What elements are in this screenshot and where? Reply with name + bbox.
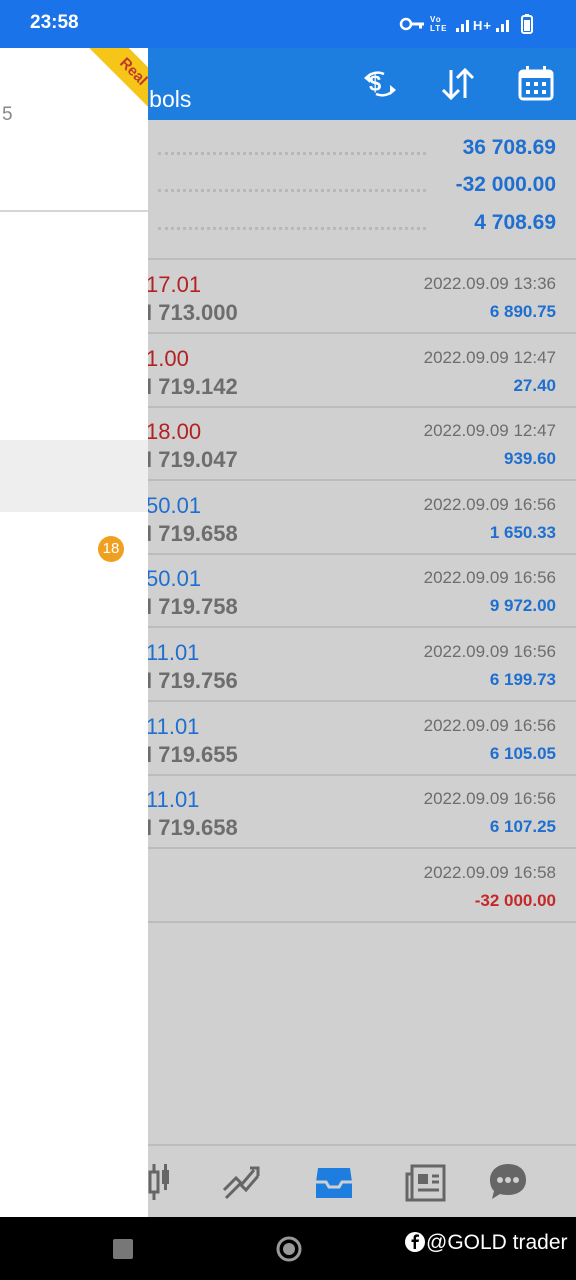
calendar-icon[interactable] bbox=[516, 64, 556, 104]
trade-time: 2022.09.09 16:56 bbox=[423, 715, 556, 735]
history-inbox-icon[interactable] bbox=[312, 1160, 356, 1204]
home-button[interactable] bbox=[276, 1236, 302, 1262]
trade-profit: 1 650.33 bbox=[489, 522, 556, 542]
dotted-leader bbox=[158, 189, 426, 192]
trade-time: 2022.09.09 16:56 bbox=[423, 568, 556, 588]
trade-price: 11.01 bbox=[146, 640, 200, 665]
trade-profit: 6 105.05 bbox=[489, 743, 556, 763]
summary-value: 4 708.69 bbox=[474, 211, 556, 234]
summary-value: 36 708.69 bbox=[462, 136, 556, 159]
trade-close-price: I 719.658 bbox=[146, 815, 238, 841]
trade-time: 2022.09.09 12:47 bbox=[423, 347, 556, 367]
dotted-leader bbox=[158, 227, 426, 230]
watermark-text: @GOLD trader bbox=[426, 1231, 568, 1254]
navigation-drawer[interactable]: 5 Real 18 bbox=[0, 48, 148, 1217]
trade-price: 11.01 bbox=[146, 713, 200, 739]
news-icon[interactable] bbox=[404, 1160, 448, 1204]
trade-time: 2022.09.09 16:56 bbox=[423, 642, 556, 661]
status-bar: 23:58 Vo LTE H+ bbox=[0, 0, 576, 48]
system-nav-bar: @GOLD trader bbox=[0, 1217, 576, 1280]
trade-profit: 9 972.00 bbox=[489, 596, 556, 616]
trade-price: 17.01 bbox=[146, 272, 202, 297]
trade-close-price: I 719.142 bbox=[146, 373, 238, 399]
drawer-item-selected[interactable] bbox=[0, 440, 148, 512]
trade-close-price: I 719.756 bbox=[146, 668, 238, 693]
summary-row-profit: 36 708.69 bbox=[150, 134, 556, 170]
summary-row-withdrawal: -32 000.00 bbox=[150, 171, 556, 207]
account-fragment: 5 bbox=[2, 104, 13, 125]
sort-icon[interactable] bbox=[438, 64, 478, 104]
trade-close-price: I 719.655 bbox=[146, 741, 238, 767]
summary-value: -32 000.00 bbox=[455, 173, 556, 196]
trade-profit: 939.60 bbox=[504, 449, 556, 469]
trade-price: 11.01 bbox=[146, 787, 200, 813]
summary-row-balance: 4 708.69 bbox=[150, 209, 556, 245]
status-time: 23:58 bbox=[30, 12, 79, 33]
svg-text:H+: H+ bbox=[473, 18, 492, 33]
trade-close-price: I 719.758 bbox=[146, 594, 238, 620]
trade-profit: -32 000.00 bbox=[474, 890, 556, 910]
trade-price: 1.00 bbox=[146, 345, 189, 371]
trade-close-price: I 719.658 bbox=[146, 520, 238, 546]
svg-text:LTE: LTE bbox=[430, 24, 448, 33]
trade-time: 2022.09.09 13:36 bbox=[423, 274, 556, 293]
trade-chart-icon[interactable] bbox=[220, 1160, 264, 1204]
currency-exchange-icon[interactable]: $ bbox=[360, 64, 400, 104]
status-indicators: Vo LTE H+ bbox=[398, 12, 548, 40]
status-icons: Vo LTE H+ bbox=[399, 14, 533, 34]
svg-text:Vo: Vo bbox=[430, 15, 442, 24]
trade-profit: 27.40 bbox=[513, 375, 556, 395]
recents-button[interactable] bbox=[113, 1239, 133, 1259]
trade-profit: 6 199.73 bbox=[489, 670, 556, 689]
trade-close-price: I 713.000 bbox=[146, 300, 238, 325]
trade-profit: 6 890.75 bbox=[489, 302, 556, 321]
trade-close-price: I 719.047 bbox=[146, 447, 238, 473]
trade-time: 2022.09.09 12:47 bbox=[423, 421, 556, 441]
dotted-leader bbox=[158, 152, 426, 155]
facebook-icon bbox=[405, 1232, 425, 1252]
drawer-divider bbox=[0, 210, 148, 212]
chat-icon[interactable] bbox=[486, 1160, 530, 1204]
watermark: @GOLD trader bbox=[404, 1231, 568, 1255]
real-account-ribbon: Real bbox=[84, 48, 148, 121]
notification-badge: 18 bbox=[98, 536, 124, 562]
trade-time: 2022.09.09 16:56 bbox=[423, 494, 556, 514]
trade-price: 50.01 bbox=[146, 492, 202, 518]
trade-price: 18.00 bbox=[146, 419, 202, 445]
trade-profit: 6 107.25 bbox=[489, 817, 556, 837]
trade-time: 2022.09.09 16:56 bbox=[423, 789, 556, 809]
trade-time: 2022.09.09 16:58 bbox=[423, 862, 556, 882]
trade-price: 50.01 bbox=[146, 566, 202, 592]
